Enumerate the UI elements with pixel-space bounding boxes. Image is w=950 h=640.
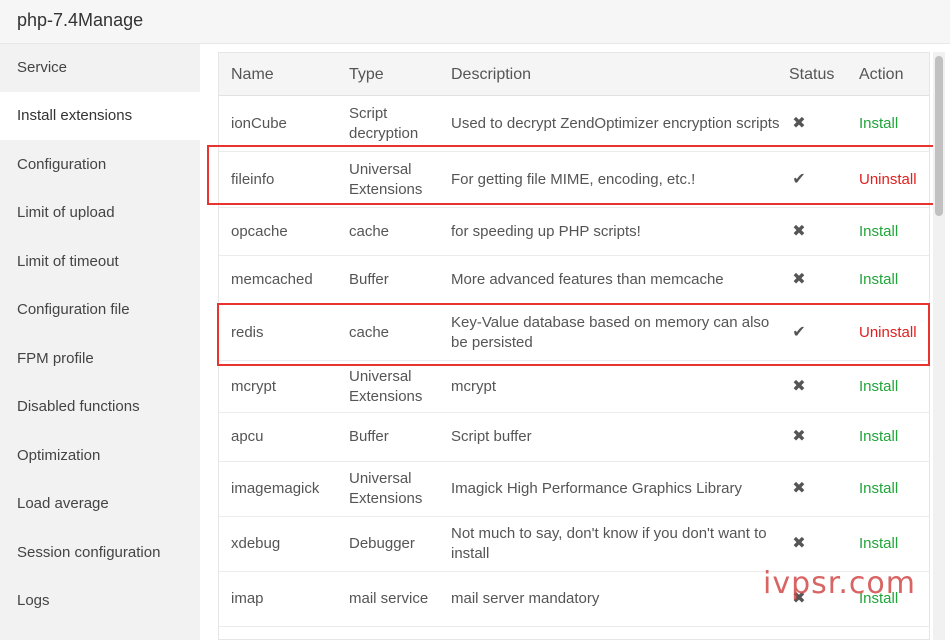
extension-description: Key-Value database based on memory can a… (451, 313, 770, 351)
extension-type: Buffer (349, 428, 389, 445)
sidebar-item-fpm-profile[interactable]: FPM profile (0, 335, 200, 383)
install-link[interactable]: Install (859, 96, 929, 151)
table-row: apcu Buffer Script buffer ✖ Install (219, 413, 929, 462)
install-link[interactable]: Install (859, 413, 929, 461)
cross-icon: ✖ (792, 535, 806, 552)
extension-description: More advanced features than memcache (451, 271, 724, 288)
extension-type: cache (349, 323, 390, 341)
scrollbar-thumb[interactable] (935, 56, 943, 216)
header-status: Status (789, 66, 835, 83)
header-action: Action (859, 66, 904, 83)
extension-type: mail service (349, 590, 429, 607)
cross-icon: ✖ (792, 428, 806, 445)
check-icon: ✔ (792, 170, 806, 188)
extension-description: Imagick High Performance Graphics Librar… (451, 480, 742, 497)
sidebar-item-logs[interactable]: Logs (0, 577, 200, 625)
main-panel: Name Type Description Status Action ionC… (200, 44, 950, 640)
sidebar-item-limit-of-timeout[interactable]: Limit of timeout (0, 238, 200, 286)
uninstall-link[interactable]: Uninstall (859, 152, 929, 207)
extension-type: Script decryption (349, 104, 419, 142)
extension-description: For getting file MIME, encoding, etc.! (451, 170, 696, 188)
table-header: Name Type Description Status Action (219, 53, 929, 96)
table-row: fileinfo Universal Extensions For gettin… (219, 152, 929, 208)
install-link[interactable]: Install (859, 462, 929, 516)
extension-name: imap (231, 590, 264, 607)
table-scrollbar[interactable] (933, 52, 945, 640)
table-row: opcache cache for speeding up PHP script… (219, 208, 929, 256)
header-description: Description (451, 66, 532, 83)
extension-type: Universal Extensions (349, 470, 423, 507)
sidebar-item-session-configuration[interactable]: Session configuration (0, 529, 200, 577)
extension-description: Not much to say, don't know if you don't… (451, 525, 767, 562)
sidebar-item-optimization[interactable]: Optimization (0, 432, 200, 480)
extension-type: Buffer (349, 271, 389, 288)
extension-description: mail server mandatory (451, 590, 600, 607)
table-row: imagemagick Universal Extensions Imagick… (219, 462, 929, 517)
install-link[interactable]: Install (859, 361, 929, 412)
extension-name: ionCube (231, 114, 287, 132)
cross-icon: ✖ (792, 480, 806, 497)
watermark: ivpsr.com (763, 566, 916, 601)
sidebar-item-limit-of-upload[interactable]: Limit of upload (0, 189, 200, 237)
extension-description: for speeding up PHP scripts! (451, 222, 641, 240)
install-link[interactable]: Install (859, 517, 929, 571)
extension-type: Universal Extensions (349, 367, 423, 405)
extension-name: redis (231, 323, 264, 341)
cross-icon: ✖ (792, 377, 806, 395)
sidebar-item-load-average[interactable]: Load average (0, 480, 200, 528)
cross-icon: ✖ (792, 114, 806, 132)
table-row: mcrypt Universal Extensions mcrypt ✖ Ins… (219, 361, 929, 413)
extension-type: cache (349, 222, 390, 240)
check-icon: ✔ (792, 323, 806, 341)
sidebar-item-configuration[interactable]: Configuration (0, 141, 200, 189)
cross-icon: ✖ (792, 271, 806, 288)
sidebar-item-disabled-functions[interactable]: Disabled functions (0, 383, 200, 431)
sidebar-item-install-extensions[interactable]: Install extensions (0, 92, 200, 140)
extension-name: opcache (231, 222, 288, 240)
table-row: redis cache Key-Value database based on … (219, 305, 929, 361)
extension-type: Universal Extensions (349, 160, 423, 198)
header-name: Name (231, 66, 274, 83)
cross-icon: ✖ (792, 222, 806, 240)
extension-description: mcrypt (451, 377, 496, 395)
table-row: xdebug Debugger Not much to say, don't k… (219, 517, 929, 572)
sidebar-item-service[interactable]: Service (0, 44, 200, 92)
table-row: memcached Buffer More advanced features … (219, 256, 929, 305)
extension-name: mcrypt (231, 377, 276, 395)
extension-type: Debugger (349, 535, 415, 552)
table-row: ionCube Script decryption Used to decryp… (219, 96, 929, 152)
extensions-table: Name Type Description Status Action ionC… (218, 52, 930, 640)
uninstall-link[interactable]: Uninstall (859, 305, 929, 360)
extension-name: memcached (231, 271, 313, 288)
title-bar: php-7.4Manage (0, 0, 950, 44)
install-link[interactable]: Install (859, 208, 929, 255)
install-link[interactable]: Install (859, 256, 929, 304)
extension-name: fileinfo (231, 170, 275, 188)
sidebar-item-configuration-file[interactable]: Configuration file (0, 286, 200, 334)
extension-description: Used to decrypt ZendOptimizer encryption… (451, 114, 780, 132)
extension-name: imagemagick (231, 480, 320, 497)
header-type: Type (349, 66, 384, 83)
extension-description: Script buffer (451, 428, 532, 445)
window-title: php-7.4Manage (17, 10, 144, 30)
extension-name: xdebug (231, 535, 281, 552)
extension-name: apcu (231, 428, 264, 445)
sidebar: Service Install extensions Configuration… (0, 44, 200, 640)
